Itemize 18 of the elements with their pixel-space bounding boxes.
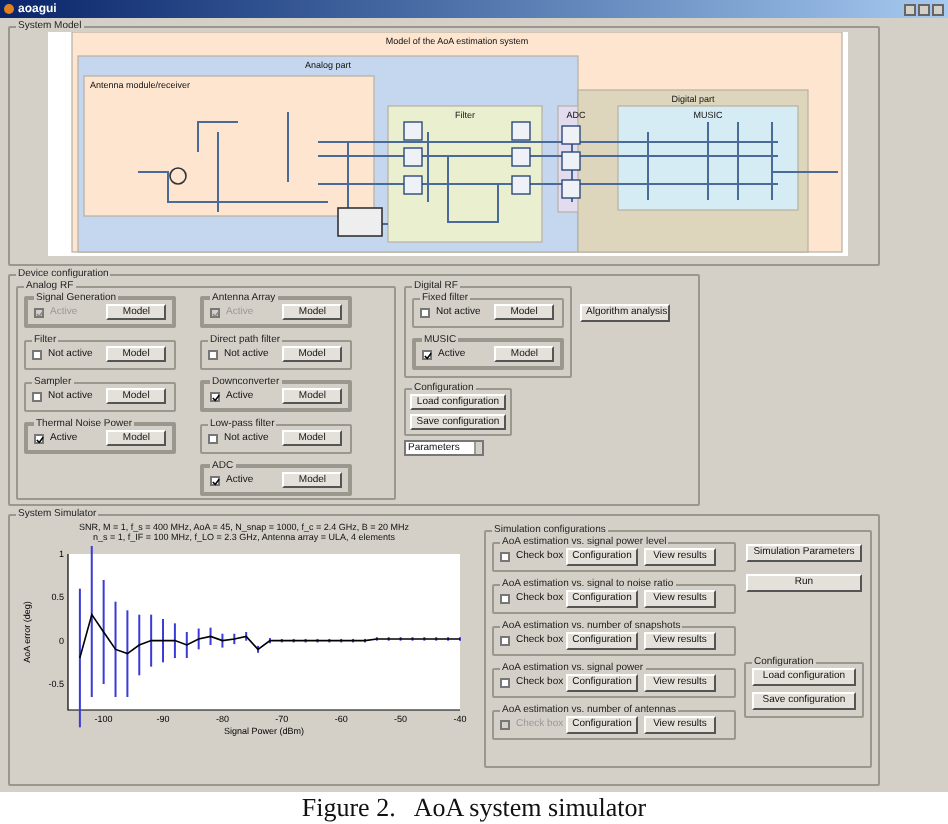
- maximize-button[interactable]: [918, 3, 930, 15]
- checkbox[interactable]: [422, 349, 432, 359]
- checkbox[interactable]: [500, 636, 510, 646]
- checkbox[interactable]: [208, 349, 218, 359]
- checkbox[interactable]: [32, 349, 42, 359]
- checkbox[interactable]: [500, 552, 510, 562]
- checkbox[interactable]: [34, 433, 44, 443]
- app-icon: [4, 4, 14, 14]
- checkbox[interactable]: [420, 307, 430, 317]
- checkbox[interactable]: [210, 475, 220, 485]
- figure-caption: Figure 2. AoA system simulator: [301, 794, 647, 822]
- checkbox[interactable]: [500, 678, 510, 688]
- checkbox[interactable]: [208, 433, 218, 443]
- checkbox[interactable]: [32, 391, 42, 401]
- minimize-button[interactable]: [904, 3, 916, 15]
- close-button[interactable]: [932, 3, 944, 15]
- checkbox[interactable]: [210, 391, 220, 401]
- checkbox[interactable]: [500, 594, 510, 604]
